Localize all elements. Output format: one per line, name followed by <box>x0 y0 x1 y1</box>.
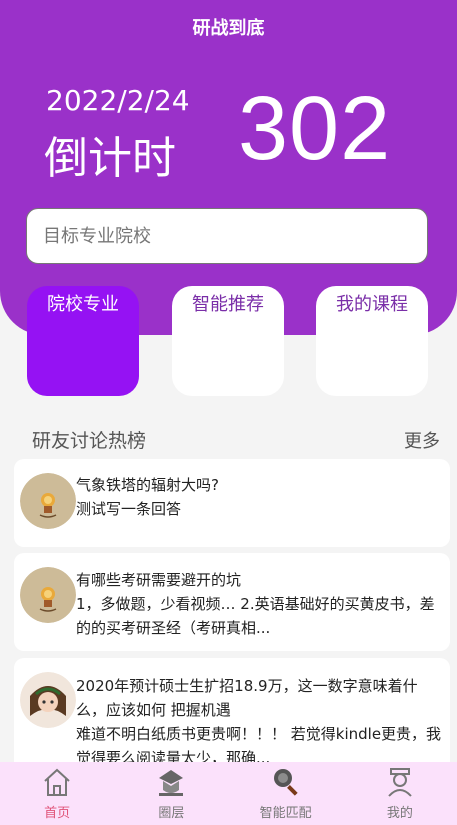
post-question: 2020年预计硕士生扩招18.9万，这一数字意味着什么，应该如何 把握机遇 <box>76 677 418 719</box>
post-answer: 测试写一条回答 <box>76 500 182 518</box>
home-icon <box>39 764 75 804</box>
tile-smart-recommend[interactable]: 智能推荐 <box>172 286 284 396</box>
tile-school-major[interactable]: 院校专业 <box>27 286 139 396</box>
section-header: 研友讨论热榜 更多 <box>32 426 440 453</box>
post-content: 有哪些考研需要避开的坑 1，多做题，少看视频… 2.英语基础好的买黄皮书，差的的… <box>76 568 446 640</box>
countdown-label: 倒计时 <box>44 133 176 184</box>
app-title: 研战到底 <box>192 18 265 39</box>
target-date: 2022/2/24 <box>46 84 190 117</box>
more-link[interactable]: 更多 <box>404 427 440 453</box>
post-question: 有哪些考研需要避开的坑 <box>76 571 242 589</box>
post-question: 气象铁塔的辐射大吗? <box>76 476 219 494</box>
bottom-tab-bar: 首页 圈层 智能匹配 我的 <box>0 762 457 825</box>
tab-smart-match[interactable]: 智能匹配 <box>229 762 343 825</box>
tab-mine[interactable]: 我的 <box>343 762 457 825</box>
section-title: 研友讨论热榜 <box>32 430 147 452</box>
tab-label: 我的 <box>386 806 413 821</box>
post-card[interactable]: 有哪些考研需要避开的坑 1，多做题，少看视频… 2.英语基础好的买黄皮书，差的的… <box>14 553 450 651</box>
avatar <box>20 672 76 728</box>
post-content: 气象铁塔的辐射大吗? 测试写一条回答 <box>76 473 446 521</box>
post-content: 2020年预计硕士生扩招18.9万，这一数字意味着什么，应该如何 把握机遇 难道… <box>76 674 446 770</box>
tile-label: 智能推荐 <box>192 294 264 315</box>
post-answer: 1，多做题，少看视频… 2.英语基础好的买黄皮书，差的的买考研圣经（考研真相..… <box>76 595 435 637</box>
tile-label: 我的课程 <box>336 294 408 315</box>
tab-home[interactable]: 首页 <box>0 762 114 825</box>
avatar <box>20 567 76 623</box>
avatar <box>20 473 76 529</box>
header-banner: 研战到底 2022/2/24 倒计时 302 <box>0 0 457 335</box>
tab-label: 首页 <box>44 806 71 821</box>
tab-circle[interactable]: 圈层 <box>114 762 228 825</box>
magnifier-icon <box>268 764 304 804</box>
search-box[interactable] <box>26 208 428 264</box>
tab-label: 圈层 <box>158 806 185 821</box>
post-card[interactable]: 2020年预计硕士生扩招18.9万，这一数字意味着什么，应该如何 把握机遇 难道… <box>14 658 450 778</box>
search-input[interactable] <box>43 225 403 247</box>
tab-label: 智能匹配 <box>259 806 312 821</box>
hat-icon <box>153 764 189 804</box>
post-card[interactable]: 气象铁塔的辐射大吗? 测试写一条回答 <box>14 459 450 547</box>
countdown-days: 302 <box>238 79 392 179</box>
tile-label: 院校专业 <box>47 294 119 315</box>
tile-my-courses[interactable]: 我的课程 <box>316 286 428 396</box>
user-icon <box>382 764 418 804</box>
